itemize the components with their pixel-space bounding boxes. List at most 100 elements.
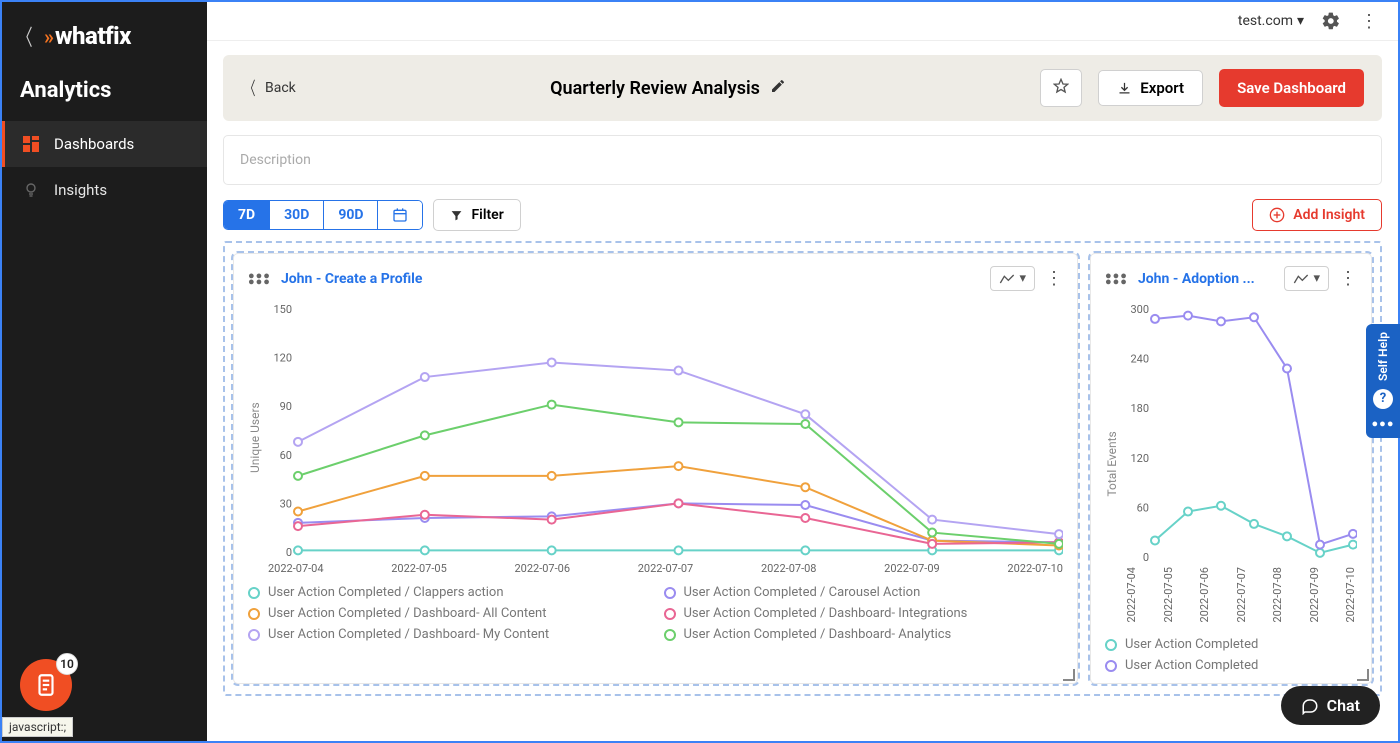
sidebar-item-insights[interactable]: Insights <box>2 167 207 213</box>
page-header: 〈 Back Quarterly Review Analysis Export … <box>223 55 1382 121</box>
date-range-group: 7D 30D 90D <box>223 200 423 230</box>
legend-swatch-icon <box>248 629 260 641</box>
self-help-label: Self Help <box>1376 332 1390 381</box>
x-tick: 2022-07-06 <box>514 562 570 575</box>
range-7d-button[interactable]: 7D <box>224 201 270 229</box>
x-tick: 2022-07-04 <box>1125 567 1138 627</box>
sidebar: 〈 » whatfix Analytics Dashboards Insight… <box>2 2 207 741</box>
x-tick: 2022-07-04 <box>268 562 324 575</box>
chart-card-adoption: ●●●●●● John - Adoption ... ▾ ⋮ Total Eve… <box>1090 253 1372 684</box>
brand-logo: » whatfix <box>44 22 131 50</box>
svg-text:120: 120 <box>273 352 292 365</box>
svg-text:300: 300 <box>1130 303 1149 316</box>
calendar-icon <box>392 207 408 223</box>
x-tick: 2022-07-08 <box>761 562 817 575</box>
download-icon <box>1117 81 1132 96</box>
x-tick: 2022-07-07 <box>638 562 694 575</box>
legend-swatch-icon <box>1105 639 1117 651</box>
svg-text:60: 60 <box>280 449 292 462</box>
legend-swatch-icon <box>664 629 676 641</box>
drag-handle-icon[interactable]: ●●●●●● <box>1105 273 1128 285</box>
chevron-left-icon: 〈 <box>245 75 256 101</box>
x-tick: 2022-07-09 <box>884 562 940 575</box>
card-header: ●●●●●● John - Create a Profile ▾ ⋮ <box>248 266 1063 291</box>
page-title-wrap: Quarterly Review Analysis <box>312 78 1025 99</box>
legend-item[interactable]: User Action Completed <box>1105 637 1357 652</box>
logo-row: 〈 » whatfix <box>2 2 207 64</box>
chat-button[interactable]: Chat <box>1281 686 1380 725</box>
legend-item[interactable]: User Action Completed / Dashboard- My Co… <box>248 627 648 642</box>
legend-item[interactable]: User Action Completed / Clappers action <box>248 585 648 600</box>
status-text: javascript:; <box>2 717 73 737</box>
self-help-tab[interactable]: Self Help ? ●●● <box>1366 324 1400 438</box>
y-axis-label: Total Events <box>1105 301 1119 627</box>
y-axis-label: Unique Users <box>248 301 262 575</box>
x-tick: 2022-07-05 <box>1162 567 1175 627</box>
resize-handle-icon[interactable] <box>1063 669 1075 681</box>
line-chart-icon <box>1293 273 1309 285</box>
edit-title-icon[interactable] <box>770 78 786 98</box>
x-tick: 2022-07-05 <box>391 562 447 575</box>
notification-count: 10 <box>56 653 78 675</box>
card-header: ●●●●●● John - Adoption ... ▾ ⋮ <box>1105 266 1357 291</box>
favorite-button[interactable] <box>1040 69 1082 107</box>
card-title-link[interactable]: John - Adoption ... <box>1138 271 1275 287</box>
brand-name: whatfix <box>55 22 131 50</box>
save-dashboard-button[interactable]: Save Dashboard <box>1219 69 1364 107</box>
domain-label: test.com <box>1238 13 1293 29</box>
export-button[interactable]: Export <box>1098 70 1203 106</box>
x-tick: 2022-07-10 <box>1007 562 1063 575</box>
add-insight-label: Add Insight <box>1293 207 1365 223</box>
legend-swatch-icon <box>664 587 676 599</box>
legend-item[interactable]: User Action Completed / Carousel Action <box>664 585 1064 600</box>
chart-wrap: Total Events 060120180240300 2022-07-042… <box>1105 301 1357 627</box>
chart-svg-box: 0306090120150 2022-07-042022-07-052022-0… <box>268 301 1063 575</box>
sidebar-item-dashboards[interactable]: Dashboards <box>2 121 207 167</box>
content: 〈 Back Quarterly Review Analysis Export … <box>207 41 1398 741</box>
chat-icon <box>1301 697 1319 715</box>
sidebar-item-label: Insights <box>54 181 107 199</box>
legend-item[interactable]: User Action Completed / Dashboard- Integ… <box>664 606 1064 621</box>
caret-down-icon: ▾ <box>1297 13 1304 29</box>
range-30d-button[interactable]: 30D <box>270 201 324 229</box>
legend-label: User Action Completed / Clappers action <box>268 585 504 600</box>
grid-icon <box>22 135 40 153</box>
card-title-link[interactable]: John - Create a Profile <box>281 271 981 287</box>
add-insight-button[interactable]: Add Insight <box>1252 199 1382 231</box>
svg-text:30: 30 <box>280 497 292 510</box>
svg-text:240: 240 <box>1130 353 1149 366</box>
more-menu-icon[interactable]: ⋮ <box>1358 10 1380 32</box>
range-90d-button[interactable]: 90D <box>324 201 378 229</box>
svg-text:0: 0 <box>286 546 292 556</box>
description-input[interactable]: Description <box>223 135 1382 185</box>
sidebar-item-label: Dashboards <box>54 135 134 153</box>
legend-swatch-icon <box>1105 660 1117 672</box>
legend-swatch-icon <box>248 608 260 620</box>
gear-icon[interactable] <box>1320 10 1342 32</box>
legend-item[interactable]: User Action Completed <box>1105 658 1357 673</box>
chart-type-dropdown[interactable]: ▾ <box>990 266 1035 291</box>
back-button[interactable]: 〈 Back <box>241 75 296 101</box>
legend-item[interactable]: User Action Completed / Dashboard- Analy… <box>664 627 1064 642</box>
description-placeholder: Description <box>240 152 311 168</box>
back-label: Back <box>265 80 296 96</box>
resize-handle-icon[interactable] <box>1357 669 1369 681</box>
tool-row: 7D 30D 90D Filter Add Insight <box>223 199 1382 231</box>
filter-button[interactable]: Filter <box>433 199 520 231</box>
question-icon: ? <box>1373 389 1393 409</box>
x-axis-ticks: 2022-07-04 2022-07-05 2022-07-06 2022-07-07… <box>268 560 1063 575</box>
chart-type-dropdown[interactable]: ▾ <box>1284 266 1329 291</box>
domain-dropdown[interactable]: test.com ▾ <box>1238 13 1304 29</box>
chart-svg: 060120180240300 <box>1125 301 1357 561</box>
dashboard-canvas: ●●●●●● John - Create a Profile ▾ ⋮ Uniqu… <box>223 241 1382 696</box>
legend-swatch-icon <box>664 608 676 620</box>
card-more-icon[interactable]: ⋮ <box>1339 268 1357 289</box>
dots-icon: ●●● <box>1372 417 1395 430</box>
legend-label: User Action Completed <box>1125 658 1258 673</box>
card-more-icon[interactable]: ⋮ <box>1045 268 1063 289</box>
range-calendar-button[interactable] <box>378 201 422 229</box>
sidebar-back-icon[interactable]: 〈 <box>17 20 32 52</box>
drag-handle-icon[interactable]: ●●●●●● <box>248 273 271 285</box>
notification-badge[interactable]: 10 <box>20 659 72 711</box>
legend-item[interactable]: User Action Completed / Dashboard- All C… <box>248 606 648 621</box>
